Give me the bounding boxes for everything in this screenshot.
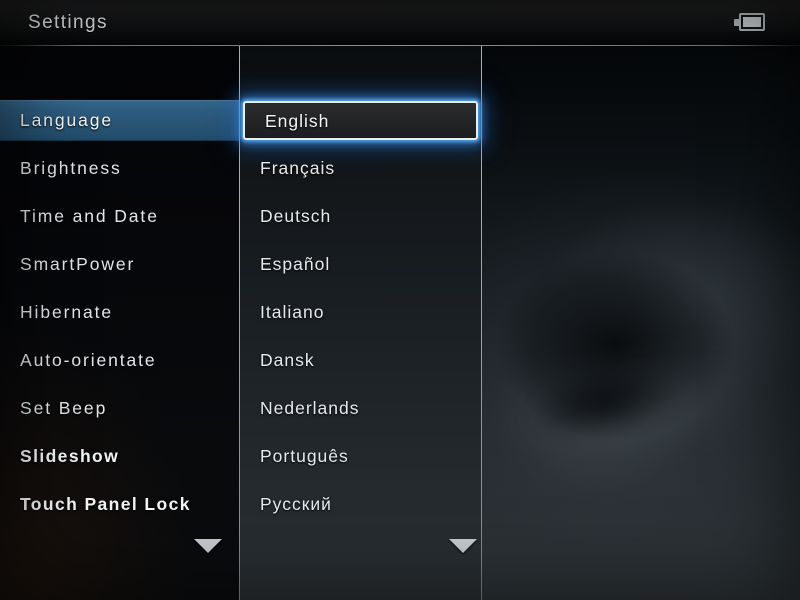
sidebar-item-brightness[interactable]: Brightness — [0, 148, 239, 189]
page-title: Settings — [28, 12, 108, 33]
language-option[interactable]: Nederlands — [240, 388, 481, 429]
sidebar-item-smartpower[interactable]: SmartPower — [0, 244, 239, 285]
sidebar-item-language[interactable]: Language — [0, 100, 239, 141]
sidebar-item-slideshow[interactable]: Slideshow — [0, 436, 239, 477]
battery-icon — [734, 13, 770, 33]
language-option[interactable]: Italiano — [240, 292, 481, 333]
sidebar-item-hibernate[interactable]: Hibernate — [0, 292, 239, 333]
language-option[interactable]: Русский — [240, 484, 481, 525]
battery-level — [743, 17, 761, 27]
preview-panel — [482, 46, 800, 600]
language-option[interactable]: Deutsch — [240, 196, 481, 237]
menu-scroll-down-icon[interactable] — [194, 539, 222, 553]
title-bar: Settings — [0, 0, 800, 45]
settings-menu-list: Language Brightness Time and Date SmartPowe… — [0, 46, 239, 600]
language-option[interactable]: Português — [240, 436, 481, 477]
language-option[interactable]: Français — [240, 148, 481, 189]
panel-divider-right — [481, 46, 482, 600]
language-option-list: English Français Deutsch Español Italiano Dan… — [240, 46, 481, 600]
language-option[interactable]: Español — [240, 244, 481, 285]
language-scroll-down-icon[interactable] — [449, 539, 477, 553]
settings-screen: Settings Language Brightness Time and Date… — [0, 0, 800, 600]
language-option[interactable]: Dansk — [240, 340, 481, 381]
language-option[interactable]: English — [243, 101, 478, 140]
sidebar-item-auto-orientate[interactable]: Auto-orientate — [0, 340, 239, 381]
sidebar-item-set-beep[interactable]: Set Beep — [0, 388, 239, 429]
sidebar-item-time-and-date[interactable]: Time and Date — [0, 196, 239, 237]
sidebar-item-touch-panel-lock[interactable]: Touch Panel Lock — [0, 484, 239, 525]
